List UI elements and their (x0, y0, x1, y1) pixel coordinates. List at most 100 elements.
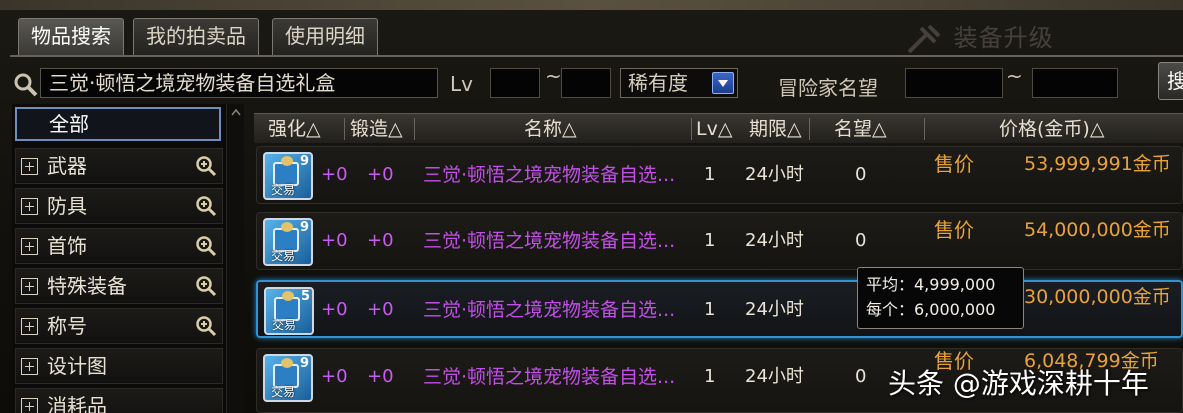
table-row[interactable]: 9 交易 +0 +0 三觉·顿悟之境宠物装备自选... 1 24小时 0 售价 … (256, 146, 1183, 204)
price-tooltip: 平均：4,999,000 每个：6,000,000 (857, 267, 1024, 329)
unit-price: 每个：6,000,000 (866, 300, 996, 319)
fame-max-input[interactable] (1032, 68, 1118, 98)
forge-value: +0 (367, 366, 394, 387)
equipment-upgrade-banner: 装备升级 (905, 18, 1135, 62)
item-quantity: 9 (299, 356, 309, 371)
column-period[interactable]: 期限△ (749, 114, 802, 144)
category-all[interactable]: 全部 (15, 107, 221, 141)
rarity-select[interactable]: 稀有度 (620, 68, 738, 98)
lv-max-input[interactable] (561, 68, 611, 98)
expand-icon[interactable] (21, 238, 38, 255)
gift-box-item-icon[interactable]: 9 交易 (263, 218, 313, 266)
category-armor[interactable]: 防具 (15, 188, 223, 224)
table-row[interactable]: 9 交易 +0 +0 三觉·顿悟之境宠物装备自选... 1 24小时 0 售价 … (256, 212, 1183, 270)
column-lv[interactable]: Lv△ (696, 114, 732, 144)
zoom-in-icon[interactable] (195, 235, 217, 257)
column-divider (414, 118, 415, 140)
equipment-upgrade-label: 装备升级 (953, 24, 1054, 52)
forge-value: +0 (367, 164, 394, 185)
item-price: 30,000,000金币 (1024, 286, 1171, 308)
fame-label: 冒险家名望 (778, 76, 878, 100)
forge-value: +0 (367, 299, 394, 320)
tab-item-search[interactable]: 物品搜索 (18, 18, 124, 55)
ribbon-knot (282, 291, 294, 301)
column-divider (924, 118, 925, 140)
search-icon (14, 73, 38, 97)
zoom-in-icon[interactable] (195, 195, 217, 217)
category-label: 首饰 (47, 234, 87, 258)
gift-box-item-icon[interactable]: 9 交易 (263, 354, 313, 402)
tab-usage-details[interactable]: 使用明细 (272, 18, 378, 55)
item-fame: 0 (855, 230, 867, 251)
category-label: 称号 (47, 314, 87, 338)
sidebar-scrollbar[interactable] (226, 104, 244, 413)
item-fame: 0 (855, 366, 867, 387)
enhance-value: +0 (321, 366, 348, 387)
item-price: 54,000,000金币 (1024, 219, 1171, 241)
item-quantity: 9 (299, 220, 309, 235)
item-period: 24小时 (745, 230, 804, 251)
gift-box-item-icon[interactable]: 9 交易 (263, 152, 313, 200)
item-period: 24小时 (745, 299, 804, 320)
category-accessory[interactable]: 首饰 (15, 228, 223, 264)
chevron-down-icon[interactable] (712, 72, 734, 94)
category-label: 特殊装备 (47, 274, 127, 298)
sale-label: 售价 (934, 218, 974, 242)
category-label: 消耗品 (47, 394, 107, 413)
enhance-value: +0 (321, 164, 348, 185)
category-consumable[interactable]: 消耗品 (15, 388, 223, 413)
item-level: 1 (704, 299, 716, 320)
column-divider (344, 118, 345, 140)
hammer-icon (907, 24, 941, 54)
search-button[interactable]: 搜 (1158, 62, 1183, 100)
column-enhance[interactable]: 强化△ (268, 114, 321, 144)
chevron-up-icon[interactable] (230, 107, 242, 119)
item-quantity: 9 (299, 154, 309, 169)
average-price: 平均：4,999,000 (866, 275, 996, 294)
ribbon-knot (281, 156, 293, 166)
item-quantity: 5 (300, 289, 310, 304)
category-sidebar: 全部 武器 防具 首饰 特殊装备 称号 设计图 消耗品 (12, 104, 244, 413)
lv-label: Lv (450, 72, 473, 96)
table-row-selected[interactable]: 5 交易 +0 +0 三觉·顿悟之境宠物装备自选... 1 24小时 30,00… (256, 280, 1183, 338)
expand-icon[interactable] (21, 158, 38, 175)
expand-icon[interactable] (21, 318, 38, 335)
item-name: 三觉·顿悟之境宠物装备自选... (423, 230, 676, 252)
tab-my-auctions[interactable]: 我的拍卖品 (133, 18, 259, 55)
column-name[interactable]: 名称△ (524, 114, 577, 144)
item-period: 24小时 (745, 366, 804, 387)
category-weapon[interactable]: 武器 (15, 148, 223, 184)
column-divider (691, 118, 692, 140)
category-label: 防具 (47, 194, 87, 218)
lv-min-input[interactable] (490, 68, 540, 98)
search-input[interactable]: 三觉·顿悟之境宠物装备自选礼盒 (40, 68, 438, 98)
category-title[interactable]: 称号 (15, 308, 223, 344)
zoom-in-icon[interactable] (195, 275, 217, 297)
zoom-in-icon[interactable] (195, 155, 217, 177)
watermark: 头条 @游戏深耕十年 (888, 367, 1149, 400)
category-special-equipment[interactable]: 特殊装备 (15, 268, 223, 304)
enhance-value: +0 (321, 230, 348, 251)
expand-icon[interactable] (21, 358, 38, 375)
window-top-border (0, 0, 1183, 10)
expand-icon[interactable] (21, 198, 38, 215)
column-forge[interactable]: 锻造△ (350, 114, 403, 144)
item-level: 1 (704, 366, 716, 387)
item-name: 三觉·顿悟之境宠物装备自选... (423, 299, 676, 321)
tradable-tag: 交易 (271, 385, 296, 399)
item-level: 1 (704, 230, 716, 251)
item-name: 三觉·顿悟之境宠物装备自选... (423, 164, 676, 186)
item-fame: 0 (855, 164, 867, 185)
fame-min-input[interactable] (905, 68, 1003, 98)
column-fame[interactable]: 名望△ (834, 114, 887, 144)
gift-box-item-icon[interactable]: 5 交易 (264, 287, 314, 335)
column-price[interactable]: 价格(金币)△ (999, 114, 1104, 144)
rarity-value: 稀有度 (628, 71, 688, 95)
expand-icon[interactable] (21, 398, 38, 413)
zoom-in-icon[interactable] (195, 315, 217, 337)
tradable-tag: 交易 (271, 249, 296, 263)
category-label: 武器 (47, 154, 87, 178)
category-blueprint[interactable]: 设计图 (15, 348, 223, 384)
item-name: 三觉·顿悟之境宠物装备自选... (423, 366, 676, 388)
expand-icon[interactable] (21, 278, 38, 295)
